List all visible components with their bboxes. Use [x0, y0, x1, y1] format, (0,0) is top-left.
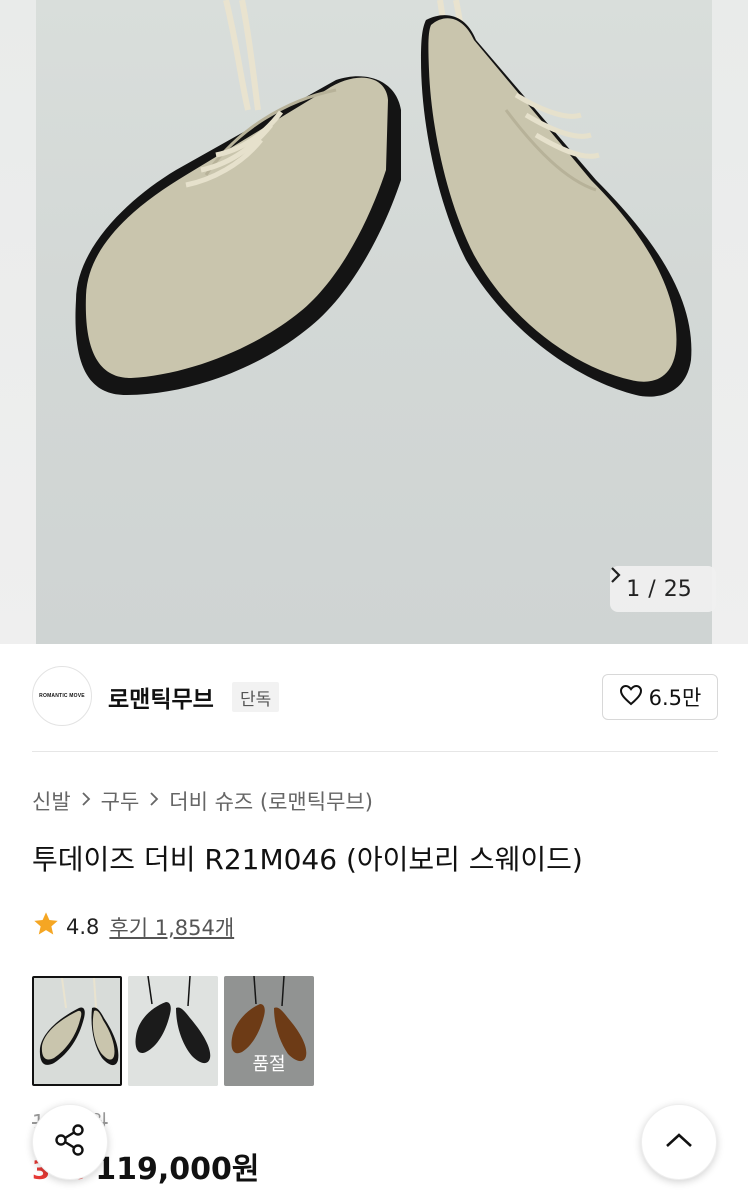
brand-logo-text: ROMANTIC MOVE [39, 693, 85, 699]
gallery-page-separator: / [648, 576, 656, 602]
color-option-brown[interactable]: 품절 [224, 976, 314, 1086]
color-option-black[interactable] [128, 976, 218, 1086]
ivory-shoe-thumbnail [34, 978, 120, 1084]
brand-name[interactable]: 로맨틱무브 [108, 680, 214, 714]
brand-row: ROMANTIC MOVE 로맨틱무브 단독 6.5만 [32, 666, 718, 728]
breadcrumb-item[interactable]: 더비 슈즈 (로맨틱무브) [169, 786, 373, 816]
product-rating: 4.8 후기 1,854개 [32, 910, 234, 943]
rating-score: 4.8 [66, 914, 100, 939]
chevron-up-icon [664, 1131, 694, 1153]
like-count: 6.5만 [648, 686, 702, 710]
share-button[interactable] [32, 1104, 108, 1180]
breadcrumb-item[interactable]: 신발 [32, 786, 71, 816]
exclusive-badge: 단독 [232, 682, 280, 712]
heart-icon [619, 684, 643, 711]
brand-logo[interactable]: ROMANTIC MOVE [32, 666, 92, 726]
color-option-ivory[interactable] [32, 976, 122, 1086]
star-icon [32, 910, 60, 943]
sale-price: 119,000원 [95, 1152, 260, 1187]
gallery-current-page: 1 [626, 576, 641, 602]
product-image-gallery[interactable]: 1 / 25 [0, 0, 748, 644]
share-icon [52, 1122, 88, 1162]
gallery-page-counter[interactable]: 1 / 25 [610, 566, 716, 612]
breadcrumb: 신발 구두 더비 슈즈 (로맨틱무브) [32, 786, 373, 816]
scroll-top-button[interactable] [641, 1104, 717, 1180]
chevron-right-icon [81, 791, 91, 812]
divider [32, 751, 718, 752]
shoe-illustration [75, 0, 692, 397]
sold-out-label: 품절 [252, 1054, 286, 1075]
review-count-link[interactable]: 후기 1,854개 [109, 912, 234, 942]
breadcrumb-item[interactable]: 구두 [101, 786, 140, 816]
gallery-total-pages: 25 [663, 576, 692, 602]
color-options: 품절 [32, 976, 314, 1086]
gallery-prev-peek [0, 0, 36, 644]
sold-out-overlay: 품절 [224, 976, 314, 1086]
product-title: 투데이즈 더비 R21M046 (아이보리 스웨이드) [32, 843, 583, 876]
gallery-next-peek [712, 0, 748, 644]
like-button[interactable]: 6.5만 [602, 674, 718, 720]
product-main-image[interactable] [36, 0, 712, 644]
black-shoe-thumbnail [128, 976, 218, 1086]
chevron-right-icon [149, 791, 159, 812]
